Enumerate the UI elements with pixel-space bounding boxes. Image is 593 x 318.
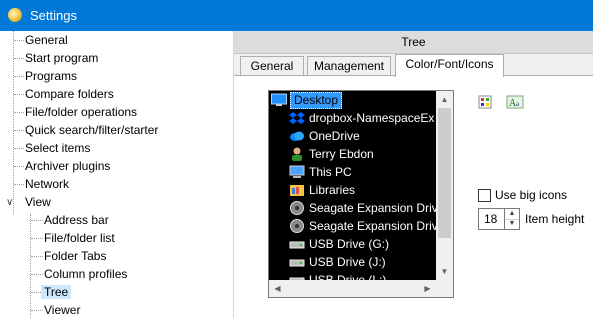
sidebar-item-column-profiles[interactable]: Column profiles	[44, 265, 127, 283]
settings-app-icon	[8, 8, 22, 22]
vertical-scrollbar[interactable]: ▲ ▼	[436, 91, 453, 280]
tab-content: Desktop dropbox-NamespaceEx OneDrive Ter…	[234, 76, 593, 318]
big-icons-checkbox[interactable]	[478, 189, 491, 202]
panel-header: Tree	[234, 31, 593, 54]
sidebar-item-programs[interactable]: Programs	[25, 67, 77, 85]
scroll-down-icon[interactable]: ▼	[436, 263, 453, 280]
tree-connector	[30, 214, 31, 318]
sidebar-item-quick-search[interactable]: Quick search/filter/starter	[25, 121, 158, 139]
item-height-label: Item height	[525, 212, 585, 226]
external-drive-icon	[289, 201, 305, 215]
sidebar-item-network[interactable]: Network	[25, 175, 69, 193]
item-height-value[interactable]: 18	[484, 212, 497, 226]
settings-panel: Tree General Management Color/Font/Icons…	[234, 31, 593, 318]
sidebar-item-view[interactable]: View	[25, 193, 51, 211]
user-icon	[289, 147, 305, 161]
sidebar-item-viewer[interactable]: Viewer	[44, 301, 80, 318]
tab-color-font-icons[interactable]: Color/Font/Icons	[395, 54, 504, 77]
spin-down-icon[interactable]: ▼	[504, 219, 519, 229]
panel-title: Tree	[401, 35, 426, 49]
title-bar[interactable]: Settings	[0, 0, 593, 31]
item-height-stepper[interactable]: 18 ▲ ▼	[478, 208, 520, 230]
tab-bar: General Management Color/Font/Icons	[234, 54, 593, 77]
scroll-up-icon[interactable]: ▲	[436, 91, 453, 108]
computer-icon	[289, 165, 305, 179]
dropbox-icon	[289, 111, 305, 125]
big-icons-label: Use big icons	[495, 188, 568, 202]
sidebar-item-archiver-plugins[interactable]: Archiver plugins	[25, 157, 110, 175]
sidebar-item-file-folder-operations[interactable]: File/folder operations	[25, 103, 137, 121]
horizontal-scrollbar[interactable]: ◀ ▶	[269, 280, 436, 297]
sidebar-item-compare-folders[interactable]: Compare folders	[25, 85, 114, 103]
color-picker-icon[interactable]	[477, 94, 493, 110]
scrollbar-corner	[436, 280, 453, 297]
sidebar-item-tree[interactable]: Tree	[41, 283, 72, 301]
folder-tree-preview[interactable]: Desktop dropbox-NamespaceEx OneDrive Ter…	[268, 90, 454, 298]
tab-management[interactable]: Management	[307, 56, 391, 76]
scroll-left-icon[interactable]: ◀	[269, 280, 286, 297]
settings-sidebar: General Start program Programs Compare f…	[0, 31, 234, 318]
desktop-icon	[271, 93, 287, 107]
tab-general[interactable]: General	[240, 56, 304, 76]
scroll-right-icon[interactable]: ▶	[419, 280, 436, 297]
sidebar-item-select-items[interactable]: Select items	[25, 139, 90, 157]
sidebar-item-file-folder-list[interactable]: File/folder list	[44, 229, 115, 247]
sidebar-item-folder-tabs[interactable]: Folder Tabs	[44, 247, 106, 265]
usb-drive-icon	[289, 255, 305, 269]
libraries-icon	[289, 183, 305, 197]
font-picker-icon[interactable]: A a	[506, 94, 524, 110]
window-title: Settings	[30, 8, 77, 23]
sidebar-item-general[interactable]: General	[25, 31, 68, 49]
external-drive-icon	[289, 219, 305, 233]
scrollbar-thumb[interactable]	[438, 108, 451, 238]
usb-drive-icon	[289, 237, 305, 251]
sidebar-item-start-program[interactable]: Start program	[25, 49, 98, 67]
onedrive-icon	[289, 129, 305, 143]
sidebar-item-address-bar[interactable]: Address bar	[44, 211, 109, 229]
chevron-down-icon[interactable]: ∨	[6, 197, 13, 208]
